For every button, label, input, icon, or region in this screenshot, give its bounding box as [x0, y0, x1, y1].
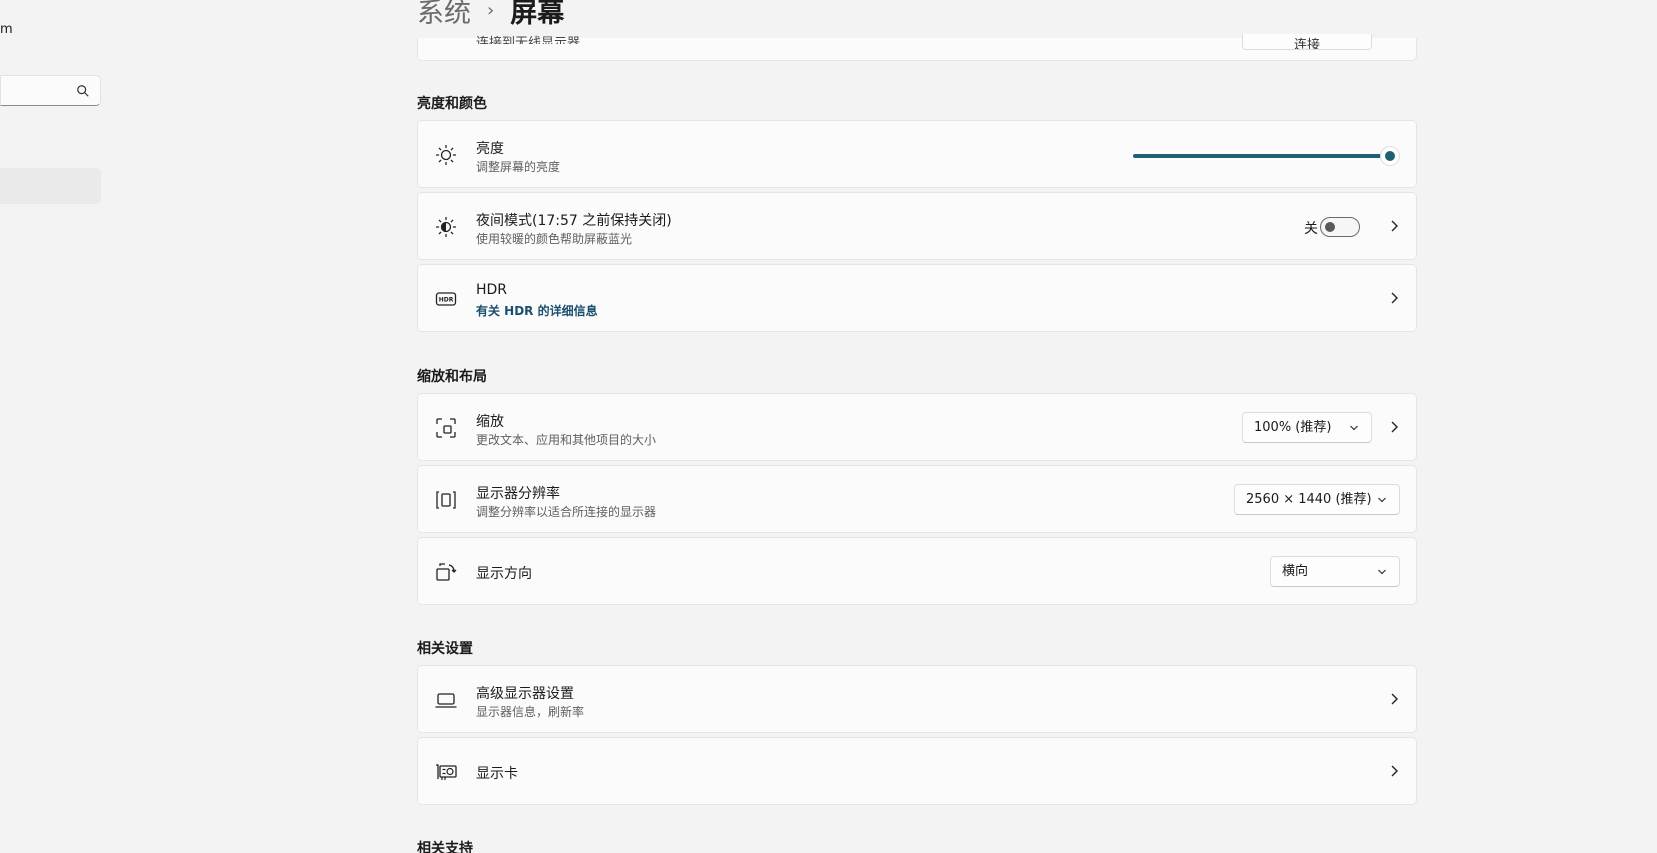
wireless-display-card: 连接到无线显示器 连接	[417, 34, 1417, 61]
resolution-icon	[436, 491, 456, 509]
scale-card: 缩放 更改文本、应用和其他项目的大小 100% (推荐)	[417, 393, 1417, 461]
resolution-subtitle: 调整分辨率以适合所连接的显示器	[476, 505, 657, 519]
wireless-display-label: 连接到无线显示器	[476, 36, 581, 44]
orientation-dropdown[interactable]: 横向	[1270, 556, 1400, 587]
night-light-card[interactable]: 夜间模式(17:57 之前保持关闭) 使用较暖的颜色帮助屏蔽蓝光 关	[417, 192, 1417, 260]
brightness-card: 亮度 调整屏幕的亮度	[417, 120, 1417, 188]
hdr-learn-more-link[interactable]: 有关 HDR 的详细信息	[476, 302, 598, 319]
chevron-down-icon	[1350, 425, 1358, 431]
chevron-right-icon[interactable]	[1388, 764, 1400, 778]
chevron-right-icon[interactable]	[1388, 692, 1400, 706]
night-light-title: 夜间模式(17:57 之前保持关闭)	[476, 213, 672, 229]
connect-button[interactable]: 连接	[1242, 34, 1372, 50]
breadcrumb-parent[interactable]: 系统	[417, 0, 471, 30]
scale-subtitle: 更改文本、应用和其他项目的大小	[476, 433, 657, 447]
chevron-right-icon[interactable]	[1388, 219, 1400, 233]
search-input[interactable]	[0, 75, 101, 106]
breadcrumb-separator: ›	[487, 0, 495, 21]
advanced-display-subtitle: 显示器信息，刷新率	[476, 705, 585, 719]
night-light-state-label: 关	[1304, 221, 1318, 237]
breadcrumb: 系统 › 屏幕	[417, 0, 565, 30]
advanced-display-title: 高级显示器设置	[476, 686, 574, 702]
chevron-right-icon[interactable]	[1388, 420, 1400, 434]
graphics-card-icon	[436, 764, 457, 780]
page-title: 屏幕	[510, 0, 565, 29]
brightness-title: 亮度	[476, 141, 504, 157]
advanced-display-card[interactable]: 高级显示器设置 显示器信息，刷新率	[417, 665, 1417, 733]
hdr-icon: HDR	[435, 292, 457, 306]
section-title-related-settings: 相关设置	[417, 641, 473, 657]
sun-icon	[435, 144, 457, 166]
resolution-card: 显示器分辨率 调整分辨率以适合所连接的显示器 2560 × 1440 (推荐)	[417, 465, 1417, 533]
night-light-subtitle: 使用较暖的颜色帮助屏蔽蓝光	[476, 232, 633, 246]
search-icon	[77, 85, 89, 97]
chevron-right-icon[interactable]	[1388, 291, 1400, 305]
hdr-card[interactable]: HDR HDR 有关 HDR 的详细信息	[417, 264, 1417, 332]
orientation-title: 显示方向	[476, 566, 532, 582]
brightness-slider-track[interactable]	[1133, 154, 1388, 158]
scale-dropdown[interactable]: 100% (推荐)	[1242, 412, 1372, 443]
brightness-subtitle: 调整屏幕的亮度	[476, 160, 561, 174]
orientation-card: 显示方向 横向	[417, 537, 1417, 605]
orientation-icon	[436, 563, 457, 581]
graphics-card[interactable]: 显示卡	[417, 737, 1417, 805]
scale-selected-value: 100% (推荐)	[1254, 420, 1332, 435]
night-light-icon	[435, 216, 457, 238]
resolution-selected-value: 2560 × 1440 (推荐)	[1246, 492, 1372, 507]
svg-text:HDR: HDR	[439, 297, 454, 304]
sidebar: m	[0, 0, 110, 853]
chevron-down-icon	[1378, 569, 1386, 575]
chevron-down-icon	[1378, 497, 1386, 503]
section-title-scale-layout: 缩放和布局	[417, 369, 487, 385]
section-title-brightness-color: 亮度和颜色	[417, 96, 487, 112]
orientation-selected-value: 横向	[1282, 564, 1309, 579]
resolution-title: 显示器分辨率	[476, 486, 560, 502]
section-title-related-support: 相关支持	[417, 841, 473, 853]
sidebar-item-selected[interactable]	[0, 168, 101, 204]
graphics-title: 显示卡	[476, 766, 518, 782]
laptop-icon	[435, 693, 457, 708]
brightness-slider-thumb[interactable]	[1380, 146, 1400, 166]
scale-icon	[436, 418, 456, 438]
sidebar-user-name: m	[0, 22, 13, 37]
hdr-title: HDR	[476, 282, 508, 298]
night-light-toggle[interactable]	[1320, 217, 1360, 237]
resolution-dropdown[interactable]: 2560 × 1440 (推荐)	[1234, 484, 1400, 515]
scale-title: 缩放	[476, 414, 504, 430]
